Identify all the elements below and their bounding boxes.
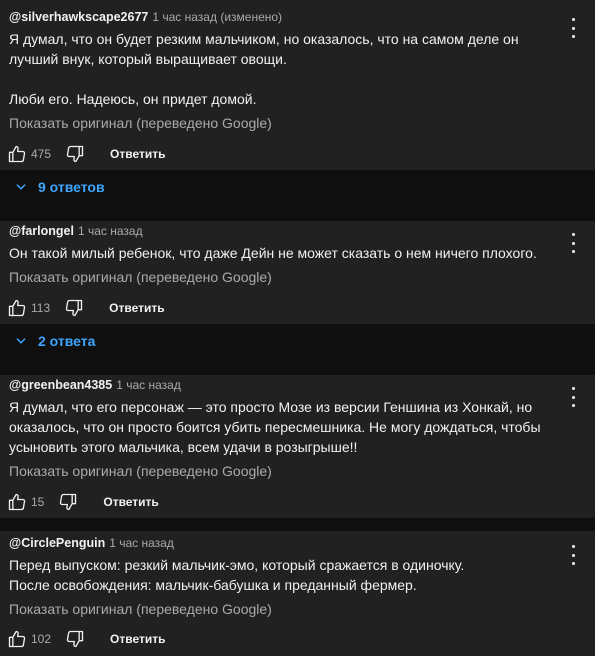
comment-text-line: Я думал, что его персонаж — это просто М… — [9, 399, 541, 455]
show-original-link[interactable]: Показать оригинал (переведено Google) — [9, 601, 272, 617]
like-button[interactable]: 102 — [7, 629, 51, 649]
comment-body: Он такой милый ребенок, что даже Дейн не… — [9, 243, 555, 263]
dislike-button[interactable] — [65, 629, 85, 649]
comment-author[interactable]: @farlongel — [9, 224, 74, 238]
dislike-button[interactable] — [65, 144, 85, 164]
comment-header: @CirclePenguin 1 час назад — [9, 536, 174, 550]
replies-toggle[interactable]: 2 ответа — [14, 331, 95, 351]
thumb-up-icon — [8, 493, 26, 511]
like-count: 15 — [31, 495, 45, 509]
like-button[interactable]: 475 — [7, 144, 51, 164]
comment-body: Я думал, что его персонаж — это просто М… — [9, 397, 555, 457]
comment-text-line — [9, 69, 555, 89]
reply-button[interactable]: Ответить — [109, 301, 164, 315]
comment-time[interactable]: 1 час назад — [109, 536, 174, 550]
chevron-down-icon — [16, 184, 26, 190]
show-original-link[interactable]: Показать оригинал (переведено Google) — [9, 463, 272, 479]
comment-card: @greenbean4385 1 час назад Я думал, что е… — [0, 375, 595, 518]
thumb-down-icon — [65, 299, 83, 317]
comment-body: Перед выпуском: резкий мальчик-эмо, кото… — [9, 555, 555, 595]
comment-author[interactable]: @silverhawkscape2677 — [9, 10, 148, 24]
comment-header: @greenbean4385 1 час назад — [9, 378, 181, 392]
reply-button[interactable]: Ответить — [103, 495, 158, 509]
comment-card: @silverhawkscape2677 1 час назад (изменен… — [0, 0, 595, 170]
more-vert-icon[interactable] — [565, 545, 581, 565]
more-vert-icon[interactable] — [565, 233, 581, 253]
comment-text-line: После освобождения: мальчик-бабушка и пр… — [9, 577, 417, 593]
comment-actions: 102 Ответить — [7, 627, 165, 651]
thumb-down-icon — [66, 145, 84, 163]
reply-button[interactable]: Ответить — [110, 632, 165, 646]
comment-text-line: Люби его. Надеюсь, он придет домой. — [9, 91, 257, 107]
like-button[interactable]: 15 — [7, 492, 44, 512]
show-original-link[interactable]: Показать оригинал (переведено Google) — [9, 115, 272, 131]
dislike-button[interactable] — [58, 492, 78, 512]
replies-count: 2 ответа — [38, 333, 96, 349]
comment-time[interactable]: 1 час назад (изменено) — [152, 10, 282, 24]
dislike-button[interactable] — [64, 298, 84, 318]
comment-actions: 113 Ответить — [7, 296, 165, 320]
comment-card: @CirclePenguin 1 час назад Перед выпуском… — [0, 531, 595, 656]
thumb-up-icon — [8, 299, 26, 317]
comment-author[interactable]: @CirclePenguin — [9, 536, 105, 550]
like-count: 102 — [31, 632, 52, 646]
comment-header: @farlongel 1 час назад — [9, 224, 143, 238]
comment-time[interactable]: 1 час назад — [116, 378, 181, 392]
chevron-down-icon — [16, 338, 26, 344]
comment-author[interactable]: @greenbean4385 — [9, 378, 112, 392]
comment-actions: 475 Ответить — [7, 142, 165, 166]
comment-card: @farlongel 1 час назад Он такой милый реб… — [0, 221, 595, 324]
thumb-up-icon — [8, 630, 26, 648]
like-button[interactable]: 113 — [7, 298, 50, 318]
thumb-down-icon — [66, 630, 84, 648]
reply-button[interactable]: Ответить — [110, 147, 165, 161]
comment-text-line: Он такой милый ребенок, что даже Дейн не… — [9, 245, 537, 261]
more-vert-icon[interactable] — [565, 387, 581, 407]
replies-toggle[interactable]: 9 ответов — [14, 177, 105, 197]
comment-text-line: Перед выпуском: резкий мальчик-эмо, кото… — [9, 557, 465, 573]
show-original-link[interactable]: Показать оригинал (переведено Google) — [9, 269, 272, 285]
comment-actions: 15 Ответить — [7, 490, 159, 514]
more-vert-icon[interactable] — [565, 18, 581, 38]
comment-header: @silverhawkscape2677 1 час назад (изменен… — [9, 10, 282, 24]
replies-count: 9 ответов — [38, 179, 105, 195]
comment-text-line: Я думал, что он будет резким мальчиком, … — [9, 31, 519, 67]
like-count: 113 — [31, 301, 51, 315]
comment-time[interactable]: 1 час назад — [78, 224, 143, 238]
like-count: 475 — [31, 147, 52, 161]
thumb-up-icon — [8, 145, 26, 163]
comment-body: Я думал, что он будет резким мальчиком, … — [9, 29, 555, 109]
thumb-down-icon — [60, 493, 77, 511]
